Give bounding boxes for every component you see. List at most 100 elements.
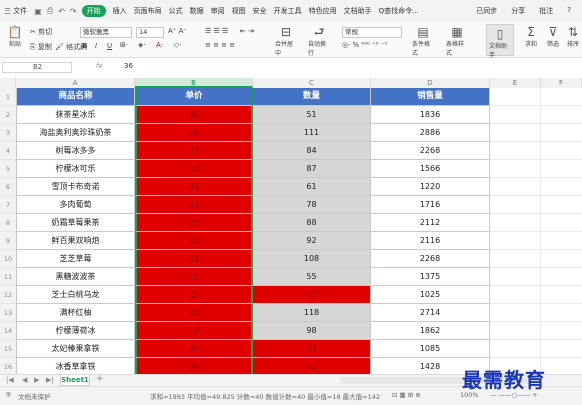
column-header-e[interactable]: E [490, 78, 541, 88]
doc-protection-status[interactable]: 文档未保护 [18, 391, 51, 401]
fill-color-icon[interactable]: ◈· [138, 41, 146, 49]
price-cell[interactable]: 25 [135, 286, 253, 304]
row-header[interactable]: 5 [0, 160, 16, 178]
empty-cell[interactable] [490, 250, 541, 268]
price-cell[interactable]: 23 [135, 232, 253, 250]
empty-cell[interactable] [490, 124, 541, 142]
empty-cell[interactable] [490, 286, 541, 304]
sync-status[interactable]: 已同步 [476, 6, 497, 16]
merge-button[interactable]: ⊟ 合并居中 [275, 25, 297, 57]
save-icon[interactable]: ▣ [34, 7, 42, 16]
search-command[interactable]: Q查找命令... [379, 6, 419, 16]
column-header-a[interactable]: A [16, 78, 135, 88]
quantity-cell[interactable]: 41 [253, 286, 371, 304]
sales-cell[interactable]: 1085 [371, 340, 490, 358]
empty-cell[interactable] [541, 340, 582, 358]
column-header-b[interactable]: B [135, 78, 253, 88]
quantity-cell[interactable]: 87 [253, 160, 371, 178]
align-top-icon[interactable]: ☰ ☰ ☰ [205, 27, 228, 35]
empty-cell[interactable] [541, 268, 582, 286]
empty-cell[interactable] [490, 142, 541, 160]
product-name-cell[interactable]: 多肉葡萄 [16, 196, 135, 214]
sales-cell[interactable]: 2268 [371, 142, 490, 160]
empty-cell[interactable] [541, 106, 582, 124]
indent-icon[interactable]: ⇤ ⇥ [240, 27, 254, 35]
font-color-icon[interactable]: A· [156, 41, 163, 49]
product-name-cell[interactable]: 柠檬冰可乐 [16, 160, 135, 178]
file-menu[interactable]: 三 文件 [4, 6, 27, 16]
empty-cell[interactable] [541, 232, 582, 250]
product-name-cell[interactable]: 雪顶卡布奇诺 [16, 178, 135, 196]
number-format-select[interactable]: 常规 [342, 27, 402, 38]
undo-icon[interactable]: ↶ [58, 7, 65, 16]
empty-cell[interactable] [490, 160, 541, 178]
price-cell[interactable]: 35 [135, 340, 253, 358]
price-cell[interactable]: 27 [135, 142, 253, 160]
sales-cell[interactable]: 2886 [371, 124, 490, 142]
quantity-cell[interactable]: 51 [253, 106, 371, 124]
tab-insert[interactable]: 插入 [113, 6, 127, 16]
print-icon[interactable]: ⎙ [47, 6, 53, 16]
price-cell[interactable]: 22 [135, 196, 253, 214]
product-name-cell[interactable]: 海盐奥利奥珍珠奶茶 [16, 124, 135, 142]
product-name-cell[interactable]: 柠檬薄荷冰 [16, 322, 135, 340]
column-header-f[interactable]: F [541, 78, 582, 88]
prev-sheet-icon[interactable]: ◀ [22, 376, 27, 384]
last-sheet-icon[interactable]: ▶| [46, 376, 54, 384]
empty-cell[interactable] [541, 124, 582, 142]
quantity-cell[interactable]: 61 [253, 178, 371, 196]
help-button[interactable]: ? [567, 6, 571, 16]
quantity-cell[interactable]: 92 [253, 232, 371, 250]
empty-cell[interactable] [541, 196, 582, 214]
header-sales[interactable]: 销售量 [371, 88, 490, 106]
underline-button[interactable]: U [107, 42, 112, 50]
paste-button[interactable]: 📋 粘贴 [4, 25, 26, 48]
border-icon[interactable]: ⊞· [120, 41, 128, 49]
sales-cell[interactable]: 2714 [371, 304, 490, 322]
view-mode-icons[interactable]: ⊡ ▦ ⊞ ⊕ [392, 391, 421, 399]
share-button[interactable]: 分享 [511, 6, 525, 16]
tab-home[interactable]: 开始 [81, 5, 106, 17]
sort-button[interactable]: ⇅ 排序 [562, 25, 582, 48]
price-cell[interactable]: 18 [135, 160, 253, 178]
table-style-button[interactable]: ▦ 表格样式 [446, 25, 468, 57]
sales-cell[interactable]: 1716 [371, 196, 490, 214]
redo-icon[interactable]: ↷ [70, 7, 77, 16]
column-header-c[interactable]: C [253, 78, 371, 88]
first-sheet-icon[interactable]: |◀ [6, 376, 14, 384]
price-cell[interactable]: 26 [135, 124, 253, 142]
empty-cell[interactable] [541, 286, 582, 304]
font-size-select[interactable]: 14 [136, 27, 164, 38]
font-name-select[interactable]: 微软雅黑 [80, 27, 132, 38]
empty-cell[interactable] [541, 214, 582, 232]
row-header[interactable]: 6 [0, 178, 16, 196]
price-cell[interactable]: 19 [135, 322, 253, 340]
empty-cell[interactable] [490, 340, 541, 358]
product-name-cell[interactable]: 太妃榛果拿铁 [16, 340, 135, 358]
empty-cell[interactable] [490, 232, 541, 250]
product-name-cell[interactable]: 芝士白桃乌龙 [16, 286, 135, 304]
empty-cell[interactable] [490, 88, 541, 106]
price-cell[interactable]: 23 [135, 304, 253, 322]
formula-input[interactable]: 36 [124, 62, 133, 70]
empty-cell[interactable] [541, 88, 582, 106]
tab-formula[interactable]: 公式 [169, 6, 183, 16]
tab-security[interactable]: 安全 [253, 6, 267, 16]
conditional-format-button[interactable]: ▤ 条件格式 [412, 25, 434, 57]
product-name-cell[interactable]: 树莓冰多多 [16, 142, 135, 160]
column-header-d[interactable]: D [371, 78, 490, 88]
empty-cell[interactable] [490, 196, 541, 214]
doc-assist-button[interactable]: ▯ 文档助手 [486, 24, 514, 59]
row-header[interactable]: 3 [0, 124, 16, 142]
header-quantity[interactable]: 数量 [253, 88, 371, 106]
copy-button[interactable]: ⎘ 复制 [30, 42, 52, 52]
price-cell[interactable]: 21 [135, 250, 253, 268]
sales-cell[interactable]: 2116 [371, 232, 490, 250]
sales-cell[interactable]: 2112 [371, 214, 490, 232]
row-header[interactable]: 11 [0, 268, 16, 286]
quantity-cell[interactable]: 98 [253, 322, 371, 340]
sales-cell[interactable]: 1566 [371, 160, 490, 178]
row-header[interactable]: 10 [0, 250, 16, 268]
next-sheet-icon[interactable]: ▶ [34, 376, 39, 384]
empty-cell[interactable] [490, 322, 541, 340]
